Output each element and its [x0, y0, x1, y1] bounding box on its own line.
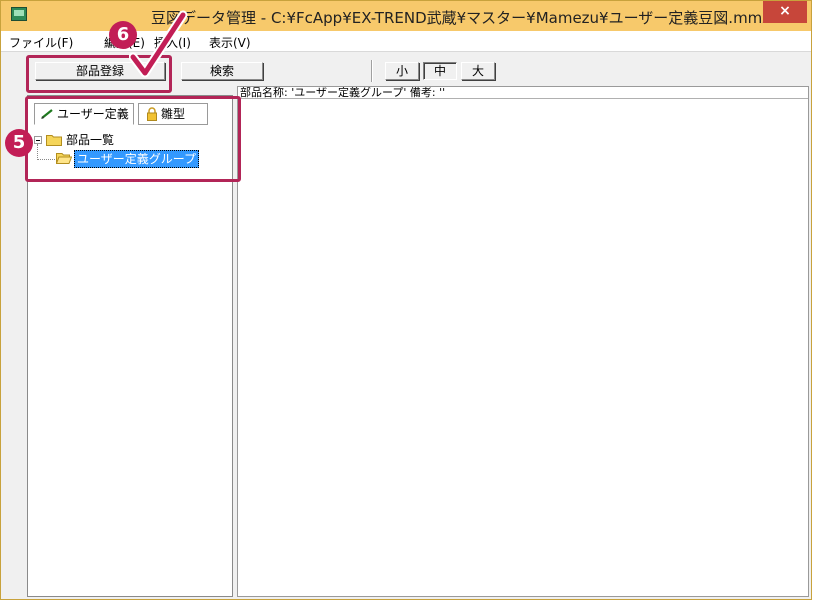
part-info-text: 部品名称: 'ユーザー定義グループ' 備考: '' — [238, 87, 808, 99]
preview-panel: 部品名称: 'ユーザー定義グループ' 備考: '' — [237, 86, 809, 597]
app-icon — [11, 7, 27, 21]
size-medium-button[interactable]: 中 — [423, 62, 457, 80]
size-small-button[interactable]: 小 — [385, 62, 419, 80]
app-window: 豆図データ管理 - C:¥FcApp¥EX-TREND武蔵¥マスター¥Mamez… — [0, 0, 812, 600]
toolbar-separator — [371, 60, 373, 82]
size-large-button[interactable]: 大 — [461, 62, 495, 80]
annotation-box-step5 — [25, 96, 241, 182]
search-button[interactable]: 検索 — [181, 62, 263, 80]
checkmark-icon — [129, 10, 188, 78]
menu-view[interactable]: 表示(V) — [209, 34, 251, 51]
window-title: 豆図データ管理 - C:¥FcApp¥EX-TREND武蔵¥マスター¥Mamez… — [151, 9, 771, 27]
step-5-badge: 5 — [5, 129, 33, 157]
close-button[interactable]: × — [763, 1, 807, 23]
menu-file[interactable]: ファイル(F) — [9, 34, 73, 51]
